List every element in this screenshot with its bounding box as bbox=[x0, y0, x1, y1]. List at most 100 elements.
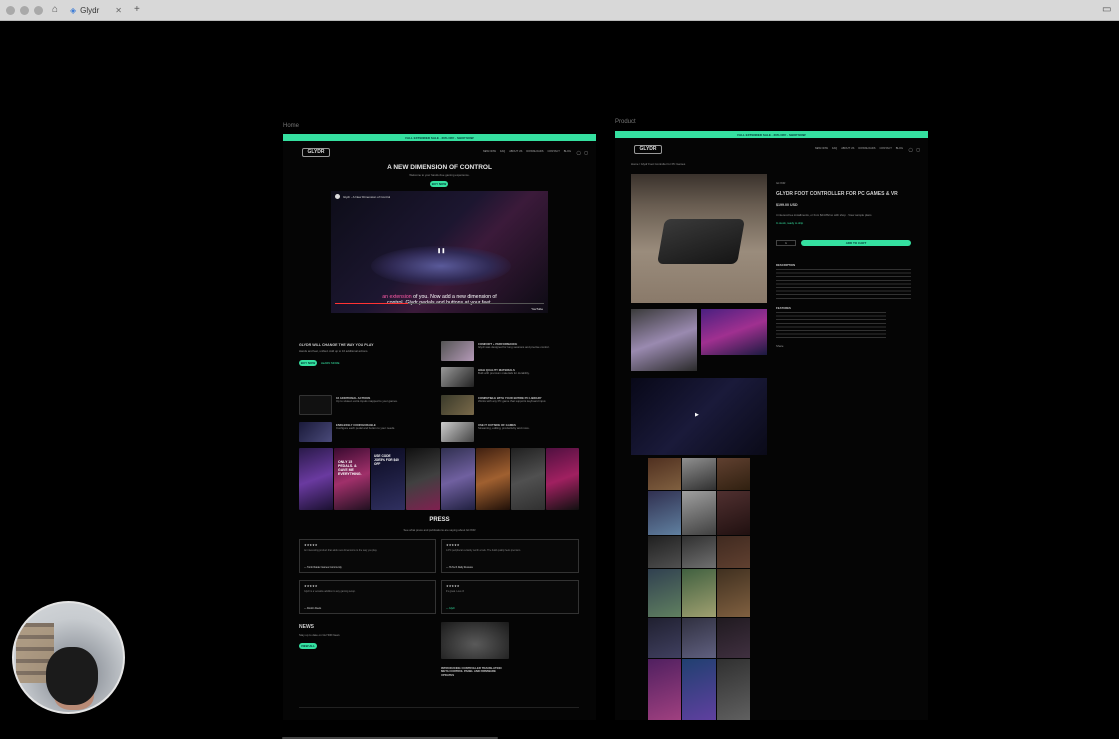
home-frame[interactable]: FALL EXTENDED SALE · 20% OFF · SHOP NOW … bbox=[283, 134, 596, 720]
nav-links: NEW NOW FAQ ABOUT US DOWNLOADS CONTACT B… bbox=[815, 147, 903, 150]
add-to-cart-button[interactable]: ADD TO CART bbox=[801, 240, 911, 246]
hero-subtitle: Welcome to your hands-free gaming experi… bbox=[409, 173, 470, 177]
nav-link[interactable]: NEW NOW bbox=[483, 150, 496, 153]
product-frame-label[interactable]: Product bbox=[615, 119, 636, 125]
hero-buy-button[interactable]: BUY NOW bbox=[430, 181, 448, 187]
nav-link[interactable]: BLOG bbox=[896, 147, 903, 150]
logo[interactable]: GLYDR bbox=[634, 145, 662, 154]
product-gallery-grid bbox=[648, 458, 750, 720]
nav-link[interactable]: CONTACT bbox=[879, 147, 891, 150]
close-window-button[interactable] bbox=[6, 6, 15, 15]
footer-divider bbox=[299, 707, 579, 708]
ugc-image[interactable] bbox=[299, 448, 333, 510]
close-tab-icon[interactable]: ✕ bbox=[115, 6, 122, 15]
youtube-logo[interactable]: YouTube bbox=[531, 307, 543, 311]
nav-link[interactable]: DOWNLOADS bbox=[858, 147, 875, 150]
product-title: GLYDR FOOT CONTROLLER FOR PC GAMES & VR bbox=[776, 191, 898, 197]
installments-text[interactable]: 4 interest-free installments, or from $2… bbox=[776, 213, 916, 218]
change-buy-button[interactable]: BUY NOW bbox=[299, 360, 317, 366]
nav-link[interactable]: CONTACT bbox=[547, 150, 559, 153]
feature-text: Up to sixteen extra inputs mapped to you… bbox=[336, 399, 398, 403]
nav-link[interactable]: ABOUT US bbox=[509, 150, 522, 153]
product-thumbnail[interactable] bbox=[701, 309, 767, 355]
press-card: ★★★★★ A PC peripheral certainly worth a … bbox=[441, 539, 579, 573]
feature-image bbox=[441, 341, 474, 361]
ugc-image[interactable] bbox=[476, 448, 510, 510]
product-price: $199.00 USD bbox=[776, 203, 798, 207]
browser-toolbar: ⌂ ◈ Glydr ✕ + ▭ bbox=[0, 0, 1119, 21]
features-title: FEATURES bbox=[776, 306, 791, 310]
feature-text: Configure each pedal and button to your … bbox=[336, 426, 396, 430]
stock-status: In stock, ready to ship bbox=[776, 221, 804, 225]
sidebar-icon[interactable]: ▭ bbox=[1102, 4, 1111, 15]
rating-stars: ★★★★★ bbox=[304, 543, 318, 547]
change-title: GLYDR WILL CHANGE THE WAY YOU PLAY bbox=[299, 343, 374, 347]
account-icon[interactable]: ◯ bbox=[909, 147, 913, 152]
product-video[interactable]: ▶ bbox=[631, 378, 767, 455]
feature-image bbox=[441, 422, 474, 442]
press-author: — Glydr bbox=[446, 607, 455, 610]
cart-icon[interactable]: ▢ bbox=[916, 147, 920, 152]
logo[interactable]: GLYDR bbox=[302, 148, 330, 157]
home-icon[interactable]: ⌂ bbox=[52, 4, 58, 15]
ugc-image[interactable] bbox=[406, 448, 440, 510]
rating-stars: ★★★★★ bbox=[304, 584, 318, 588]
hero-title: A NEW DIMENSION OF CONTROL bbox=[387, 164, 492, 171]
announcement-banner[interactable]: FALL EXTENDED SALE · 20% OFF · SHOP NOW bbox=[615, 131, 928, 138]
breadcrumb[interactable]: Home / Glydr Foot Controller for PC Game… bbox=[631, 162, 751, 167]
video-progress-bar[interactable] bbox=[335, 303, 544, 304]
webcam-overlay bbox=[12, 601, 125, 714]
nav-link[interactable]: DOWNLOADS bbox=[526, 150, 543, 153]
press-subtitle: See what press and publications are sayi… bbox=[403, 528, 476, 532]
cart-icon[interactable]: ▢ bbox=[584, 150, 588, 155]
tab-glydr[interactable]: ◈ Glydr ✕ bbox=[70, 2, 126, 19]
press-author: — Tomb Raider Games Community bbox=[304, 566, 342, 569]
product-navbar: GLYDR NEW NOW FAQ ABOUT US DOWNLOADS CON… bbox=[615, 139, 928, 163]
nav-link[interactable]: FAQ bbox=[500, 150, 505, 153]
nav-link[interactable]: FAQ bbox=[832, 147, 837, 150]
quantity-stepper[interactable]: 1 bbox=[776, 240, 796, 246]
feature-text: Glydr was designed for long sessions and… bbox=[478, 345, 550, 349]
nav-link[interactable]: BLOG bbox=[564, 150, 571, 153]
play-icon[interactable]: ▶ bbox=[695, 412, 699, 418]
features-list bbox=[776, 312, 886, 339]
maximize-window-button[interactable] bbox=[34, 6, 43, 15]
ugc-image[interactable] bbox=[546, 448, 579, 510]
tab-title: Glydr bbox=[80, 6, 100, 15]
press-card: ★★★★★ It's great. Love it! — Glydr bbox=[441, 580, 579, 614]
video-player[interactable]: Glydr - A New Dimension of Control ❚❚ an… bbox=[331, 191, 548, 313]
minimize-window-button[interactable] bbox=[20, 6, 29, 15]
news-title: NEWS bbox=[299, 624, 314, 630]
learn-more-link[interactable]: LEARN MORE bbox=[321, 361, 340, 366]
new-tab-button[interactable]: + bbox=[134, 4, 140, 15]
pause-icon[interactable]: ❚❚ bbox=[437, 248, 445, 254]
ugc-image[interactable] bbox=[511, 448, 545, 510]
product-thumbnail[interactable] bbox=[631, 309, 697, 371]
feature-text: Streaming, editing, productivity and mor… bbox=[478, 426, 530, 430]
ugc-image[interactable]: ONLY 15 PEDALS. & GAVE ME EVERYTHING. bbox=[334, 448, 370, 510]
feature-text: Built with premium materials for durabil… bbox=[478, 371, 530, 375]
nav-link[interactable]: NEW NOW bbox=[815, 147, 828, 150]
design-canvas: Home Product FALL EXTENDED SALE · 20% OF… bbox=[0, 22, 1119, 739]
news-article-title[interactable]: INTRODUCING CONTROLLER TRANSLATION META … bbox=[441, 666, 509, 677]
news-view-all-button[interactable]: VIEW ALL bbox=[299, 643, 317, 649]
channel-avatar-icon bbox=[335, 194, 340, 199]
foot-controller-photo bbox=[657, 219, 745, 264]
product-frame[interactable]: FALL EXTENDED SALE · 20% OFF · SHOP NOW … bbox=[615, 131, 928, 720]
news-article-image[interactable] bbox=[441, 622, 509, 659]
description-text-block bbox=[776, 269, 911, 299]
ugc-image[interactable]: USE CODE JOE5% FOR $40 OFF bbox=[371, 448, 405, 510]
home-frame-label[interactable]: Home bbox=[283, 123, 299, 129]
feature-text: Works with any PC game that supports key… bbox=[478, 399, 547, 403]
nav-link[interactable]: ABOUT US bbox=[841, 147, 854, 150]
press-quote: It's great. Love it! bbox=[446, 590, 465, 593]
ugc-image[interactable] bbox=[441, 448, 475, 510]
press-quote: An interesting product that adds new dim… bbox=[304, 549, 378, 552]
share-link[interactable]: Share bbox=[776, 344, 783, 349]
rating-stars: ★★★★★ bbox=[446, 584, 460, 588]
announcement-banner[interactable]: FALL EXTENDED SALE · 20% OFF · SHOP NOW bbox=[283, 134, 596, 141]
account-icon[interactable]: ◯ bbox=[577, 150, 581, 155]
press-quote: A PC peripheral certainly worth a look. … bbox=[446, 549, 521, 552]
product-main-image[interactable] bbox=[631, 174, 767, 303]
product-vendor: GLYDR bbox=[776, 181, 786, 185]
